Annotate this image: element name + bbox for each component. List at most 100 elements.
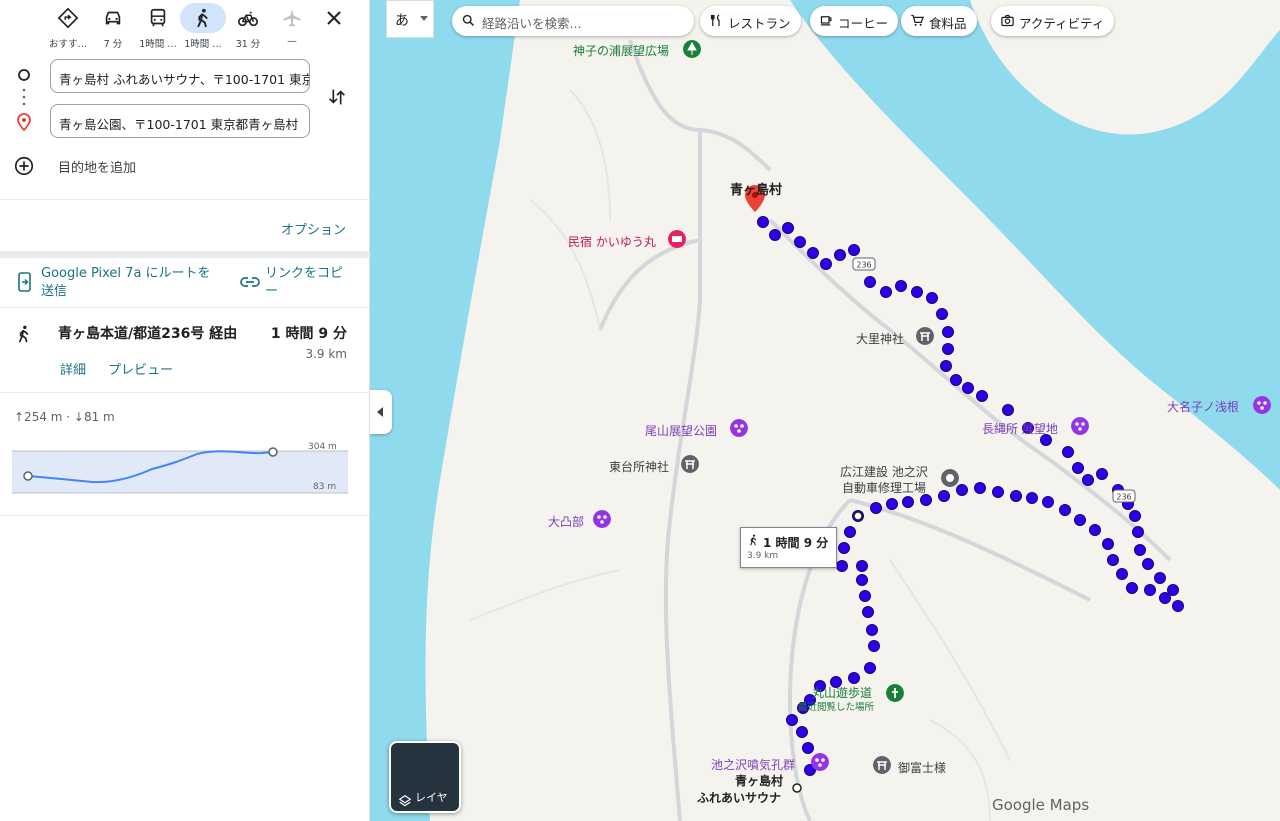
route-distance: 3.9 km bbox=[305, 347, 347, 361]
input-language-button[interactable]: あ bbox=[386, 0, 434, 38]
chip-label: 食料品 bbox=[929, 16, 967, 31]
bus-icon bbox=[143, 3, 173, 33]
swap-icon[interactable] bbox=[326, 86, 348, 108]
poi-hiroe-garage[interactable]: 広江建設 池之沢 bbox=[840, 463, 928, 480]
preview-button[interactable]: プレビュー bbox=[108, 359, 173, 378]
poi-oyama-park[interactable]: 尾山展望公園 bbox=[645, 422, 717, 439]
attraction-icon bbox=[1253, 396, 1271, 414]
chip-coffee[interactable]: コーヒー bbox=[810, 6, 899, 36]
recently-viewed-label: 最近閲覧した場所 bbox=[798, 702, 875, 713]
details-button[interactable]: 詳細 bbox=[60, 359, 86, 378]
poi-sauna-line2: ふれあいサウナ bbox=[697, 791, 782, 805]
attraction-icon bbox=[811, 753, 829, 771]
directions-panel: おすす… 7 分 1時間 … 1時間 … 31 分 — 青ヶ島村 ふれあいサウナ… bbox=[0, 0, 370, 821]
poi-otobe[interactable]: 大凸部 bbox=[548, 513, 584, 530]
start-input[interactable]: 青ヶ島村 ふれあいサウナ、〒100-1701 東京 bbox=[50, 59, 310, 93]
airplane-icon bbox=[277, 3, 307, 33]
poi-nagunawa-viewpoint[interactable]: 長縄所 展望地 bbox=[982, 420, 1058, 437]
layers-button[interactable]: レイヤ bbox=[389, 741, 461, 813]
elevation-chart: 304 m 83 m bbox=[12, 442, 348, 494]
chip-restaurants[interactable]: レストラン bbox=[700, 6, 801, 36]
divider bbox=[0, 199, 370, 200]
route-start-marker bbox=[792, 783, 802, 793]
bike-icon bbox=[233, 3, 263, 33]
route-duration-tooltip[interactable]: 1 時間 9 分 3.9 km bbox=[740, 527, 837, 568]
destination-pin-icon bbox=[17, 113, 31, 131]
hiking-icon bbox=[886, 684, 904, 702]
attraction-icon bbox=[1071, 417, 1089, 435]
search-icon bbox=[462, 14, 475, 27]
coffee-icon bbox=[820, 16, 832, 26]
mode-flight-label: — bbox=[287, 36, 297, 47]
svg-text:236: 236 bbox=[1116, 493, 1131, 502]
poi-onagoshi[interactable]: 大名子ノ浅根 bbox=[1167, 398, 1239, 415]
start-circle-icon bbox=[18, 69, 30, 81]
collapse-panel-button[interactable] bbox=[370, 390, 392, 434]
chip-activities[interactable]: アクティビティ bbox=[991, 6, 1115, 36]
dots-vertical-icon[interactable] bbox=[21, 87, 27, 107]
map-canvas[interactable]: 236 236 神子の浦展望広場 青ヶ島村 民宿 かいゆう丸 大里神社 大名子ノ… bbox=[370, 0, 1280, 821]
chip-label: アクティビティ bbox=[1019, 16, 1105, 31]
caret-down-icon bbox=[420, 16, 428, 21]
travel-modes: おすす… 7 分 1時間 … 1時間 … 31 分 — bbox=[0, 2, 370, 50]
shrine-icon bbox=[681, 455, 699, 473]
divider bbox=[0, 392, 370, 393]
road-shield-236: 236 bbox=[1112, 489, 1136, 503]
poi-hiroe-garage-line2: 自動車修理工場 bbox=[842, 481, 927, 495]
place-icon bbox=[941, 469, 959, 487]
copy-link-button[interactable]: リンクをコピー bbox=[265, 265, 355, 301]
search-placeholder: 経路沿いを検索... bbox=[482, 16, 582, 31]
camera-icon bbox=[1001, 14, 1014, 27]
tooltip-duration: 1 時間 9 分 bbox=[763, 536, 829, 550]
poi-village[interactable]: 青ヶ島村 bbox=[730, 179, 782, 198]
send-to-phone-link[interactable]: Google Pixel 7a にルートを送信 bbox=[41, 265, 211, 301]
shrine-icon bbox=[916, 327, 934, 345]
svg-text:236: 236 bbox=[856, 261, 871, 270]
close-button[interactable] bbox=[322, 6, 352, 36]
input-language-label: あ bbox=[395, 13, 409, 29]
shrine-icon bbox=[873, 756, 891, 774]
destination-input[interactable]: 青ヶ島公園、〒100-1701 東京都青ヶ島村 bbox=[50, 104, 310, 138]
google-maps-logo: Google Maps bbox=[992, 796, 1090, 814]
chip-label: コーヒー bbox=[838, 16, 889, 31]
attraction-icon bbox=[730, 419, 748, 437]
hotel-icon bbox=[668, 230, 686, 248]
layers-icon bbox=[398, 795, 412, 807]
elevation-start-marker bbox=[23, 471, 33, 481]
link-icon bbox=[240, 277, 260, 287]
send-to-phone-icon bbox=[18, 272, 31, 292]
add-circle-icon[interactable] bbox=[13, 155, 35, 177]
chevron-left-icon bbox=[377, 407, 383, 417]
poi-kamiko-viewpoint[interactable]: 神子の浦展望広場 bbox=[573, 42, 669, 59]
poi-higashidai-shrine[interactable]: 東台所神社 bbox=[609, 458, 669, 475]
poi-ikenosawa-fumaroles[interactable]: 池之沢噴気孔群 bbox=[711, 756, 795, 773]
poi-sauna[interactable]: 青ヶ島村 bbox=[735, 772, 783, 789]
poi-minshuku[interactable]: 民宿 かいゆう丸 bbox=[568, 233, 656, 250]
tree-icon bbox=[683, 40, 701, 58]
chip-groceries[interactable]: 食料品 bbox=[901, 6, 977, 36]
poi-osato-shrine[interactable]: 大里神社 bbox=[856, 330, 904, 347]
elevation-min-label: 83 m bbox=[313, 482, 336, 492]
route-duration: 1 時間 9 分 bbox=[270, 326, 347, 342]
add-destination-button[interactable]: 目的地を追加 bbox=[58, 157, 136, 176]
attraction-icon bbox=[593, 510, 611, 528]
layers-label: レイヤ bbox=[415, 791, 448, 804]
elevation-end-marker bbox=[268, 447, 278, 457]
poi-ofuji[interactable]: 御富士様 bbox=[898, 759, 946, 776]
divider bbox=[0, 515, 370, 516]
route-search-input[interactable]: 経路沿いを検索... bbox=[452, 6, 694, 36]
divider bbox=[0, 251, 370, 258]
cart-icon bbox=[911, 14, 925, 26]
chip-label: レストラン bbox=[728, 16, 791, 31]
options-button[interactable]: オプション bbox=[281, 219, 346, 238]
road-shield-236: 236 bbox=[852, 257, 876, 271]
route-title[interactable]: 青ヶ島本道/都道236号 経由 bbox=[58, 323, 237, 343]
mode-flight[interactable]: — bbox=[261, 2, 323, 50]
divider bbox=[0, 307, 370, 308]
elevation-summary: ↑254 m · ↓81 m bbox=[14, 410, 115, 424]
car-icon bbox=[98, 3, 128, 33]
restaurant-icon bbox=[710, 14, 720, 27]
route-waypoint-marker bbox=[853, 511, 863, 521]
elevation-band bbox=[12, 451, 348, 493]
elevation-max-label: 304 m bbox=[308, 442, 337, 452]
